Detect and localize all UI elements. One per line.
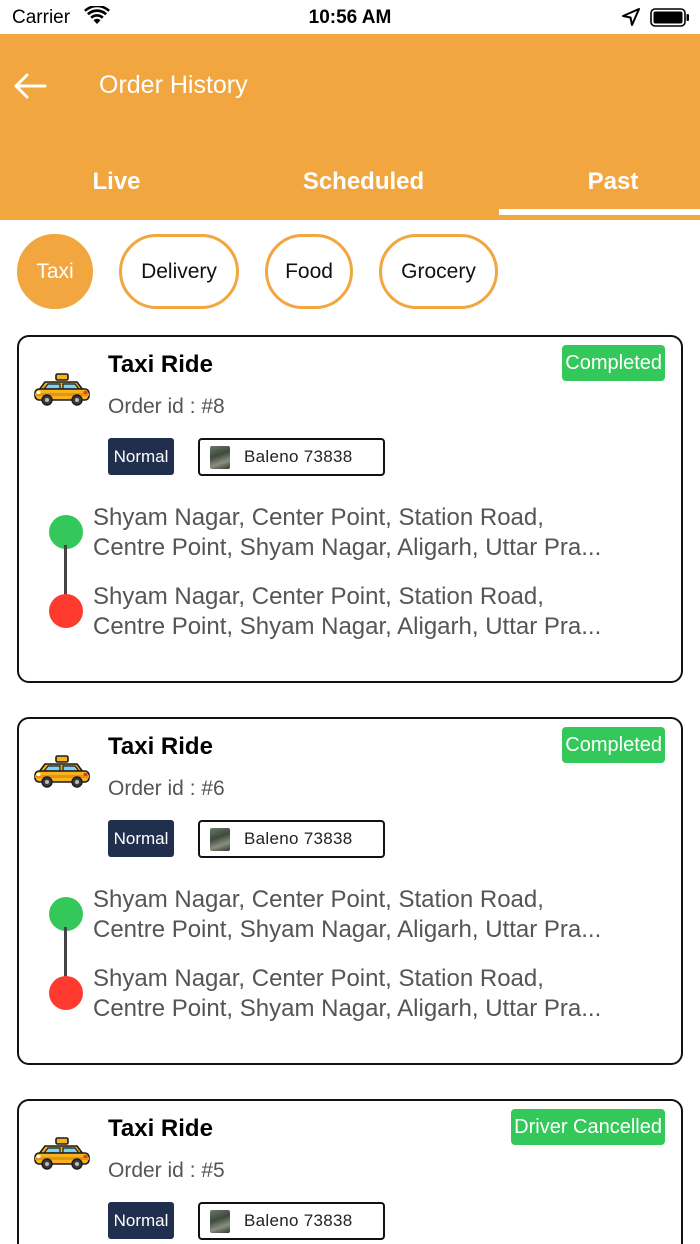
battery-icon xyxy=(650,8,689,27)
taxi-icon xyxy=(33,373,91,407)
order-tabs: Live Scheduled Past xyxy=(0,152,700,220)
vehicle-image xyxy=(210,827,230,851)
order-card[interactable]: Taxi Ride Order id : #6 Completed Normal… xyxy=(17,717,683,1065)
vehicle-label: Baleno 73838 xyxy=(244,1211,353,1230)
order-id: Order id : #8 xyxy=(108,395,225,418)
clock-time: 10:56 AM xyxy=(308,7,392,28)
vehicle-label: Baleno 73838 xyxy=(244,447,353,466)
order-id: Order id : #6 xyxy=(108,777,225,800)
status-bar: Carrier 10:56 AM xyxy=(0,0,700,34)
vehicle-label: Baleno 73838 xyxy=(244,829,353,848)
category-filter: Taxi Delivery Food Grocery xyxy=(0,234,700,310)
status-badge: Completed xyxy=(562,727,665,763)
back-button[interactable] xyxy=(12,68,48,104)
pickup-address: Shyam Nagar, Center Point, Station Road,… xyxy=(93,504,602,561)
pickup-dot-icon xyxy=(49,897,83,931)
route-line xyxy=(64,927,67,979)
status-badge: Driver Cancelled xyxy=(511,1109,665,1145)
tab-past[interactable]: Past xyxy=(499,152,700,212)
route-line xyxy=(64,545,67,597)
taxi-icon xyxy=(33,755,91,789)
vehicle-image xyxy=(210,1209,230,1233)
drop-dot-icon xyxy=(49,594,83,628)
route: Shyam Nagar, Center Point, Station Road,… xyxy=(49,886,679,1037)
ride-type-badge: Normal xyxy=(108,438,174,475)
page-title: Order History xyxy=(99,71,248,99)
drop-address: Shyam Nagar, Center Point, Station Road,… xyxy=(93,965,602,1022)
vehicle-chip: Baleno 73838 xyxy=(198,1202,385,1240)
status-badge: Completed xyxy=(562,345,665,381)
taxi-icon xyxy=(33,1137,91,1171)
category-chip-food[interactable]: Food xyxy=(265,234,353,309)
ride-type-badge: Normal xyxy=(108,820,174,857)
route: Shyam Nagar, Center Point, Station Road,… xyxy=(49,504,679,655)
arrow-left-icon xyxy=(14,73,47,99)
location-arrow-icon xyxy=(622,8,640,26)
pickup-address: Shyam Nagar, Center Point, Station Road,… xyxy=(93,886,602,943)
order-title: Taxi Ride xyxy=(108,733,213,760)
vehicle-image xyxy=(210,445,230,469)
tab-live[interactable]: Live xyxy=(0,152,233,212)
category-chip-taxi[interactable]: Taxi xyxy=(17,234,93,309)
order-card[interactable]: Taxi Ride Order id : #8 Completed Normal… xyxy=(17,335,683,683)
category-chip-delivery[interactable]: Delivery xyxy=(119,234,239,309)
tab-scheduled[interactable]: Scheduled xyxy=(247,152,480,212)
active-tab-indicator xyxy=(499,209,700,215)
app-header: Order History Live Scheduled Past xyxy=(0,34,700,220)
pickup-dot-icon xyxy=(49,515,83,549)
order-card[interactable]: Taxi Ride Order id : #5 Driver Cancelled… xyxy=(17,1099,683,1244)
drop-address: Shyam Nagar, Center Point, Station Road,… xyxy=(93,583,602,640)
order-title: Taxi Ride xyxy=(108,351,213,378)
category-chip-grocery[interactable]: Grocery xyxy=(379,234,498,309)
order-title: Taxi Ride xyxy=(108,1115,213,1142)
drop-dot-icon xyxy=(49,976,83,1010)
vehicle-chip: Baleno 73838 xyxy=(198,820,385,858)
order-id: Order id : #5 xyxy=(108,1159,225,1182)
vehicle-chip: Baleno 73838 xyxy=(198,438,385,476)
ride-type-badge: Normal xyxy=(108,1202,174,1239)
